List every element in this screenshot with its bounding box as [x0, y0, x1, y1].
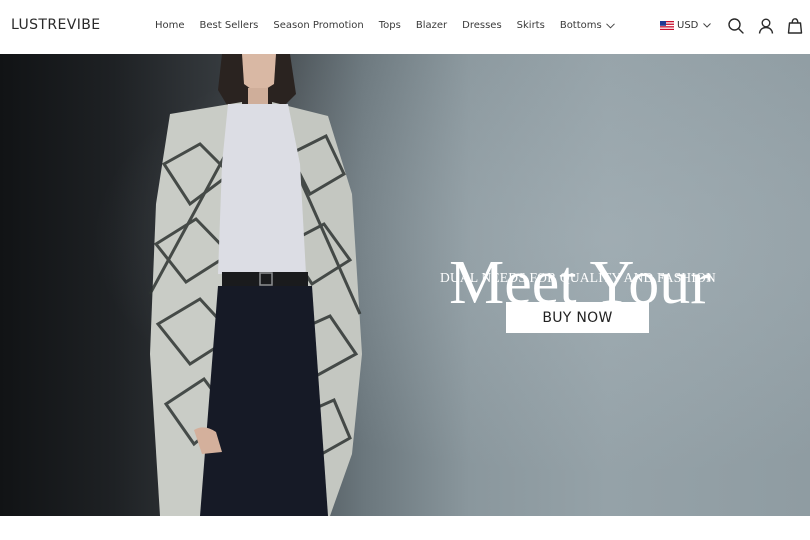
- nav-bottoms[interactable]: Bottoms: [560, 20, 615, 31]
- us-flag-icon: [660, 21, 674, 30]
- nav-skirts[interactable]: Skirts: [517, 20, 545, 31]
- search-icon[interactable]: [727, 17, 745, 35]
- nav-best-sellers[interactable]: Best Sellers: [200, 20, 259, 31]
- main-nav: Home Best Sellers Season Promotion Tops …: [155, 20, 630, 31]
- nav-tops[interactable]: Tops: [379, 20, 401, 31]
- page-below-fold: [0, 516, 810, 540]
- currency-label: USD: [677, 20, 699, 31]
- nav-blazer[interactable]: Blazer: [416, 20, 447, 31]
- chevron-down-icon: [605, 22, 615, 29]
- account-icon[interactable]: [757, 17, 775, 35]
- currency-selector[interactable]: USD: [660, 20, 712, 31]
- hero-banner[interactable]: Meet Your DUAL NEEDS FOR QUALITY AND FAS…: [0, 54, 810, 516]
- nav-home[interactable]: Home: [155, 20, 185, 31]
- site-header: LUSTREVIBE Home Best Sellers Season Prom…: [0, 0, 810, 54]
- hero-subline: DUAL NEEDS FOR QUALITY AND FASHION: [440, 270, 716, 285]
- nav-bottoms-label: Bottoms: [559, 20, 602, 31]
- buy-now-button[interactable]: BUY NOW: [506, 302, 649, 333]
- brand-logo[interactable]: LUSTREVIBE: [11, 17, 101, 33]
- cart-bag-icon[interactable]: [786, 17, 804, 35]
- nav-dresses[interactable]: Dresses: [462, 20, 502, 31]
- model-photo: [148, 54, 362, 516]
- chevron-down-icon: [703, 23, 712, 28]
- nav-season-promotion[interactable]: Season Promotion: [273, 20, 363, 31]
